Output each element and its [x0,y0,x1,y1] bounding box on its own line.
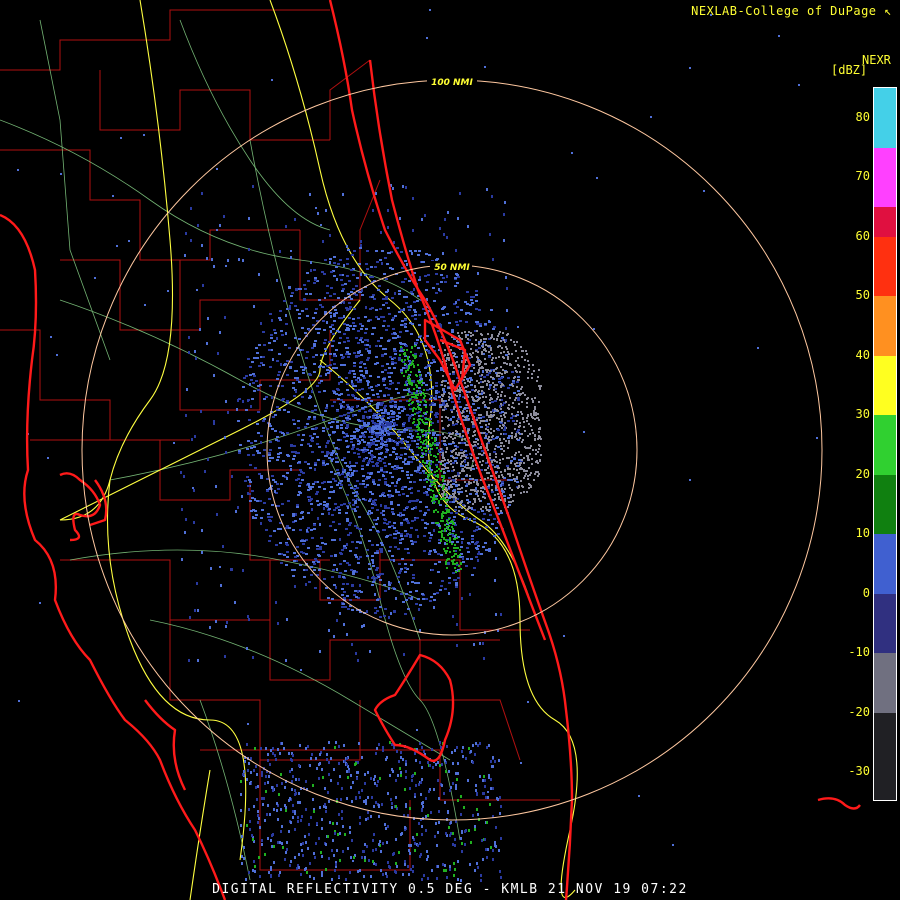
radar-map: 50 NMI 100 NMI [0,0,861,900]
legend-color-band [874,593,896,654]
legend-tick-label: 80 [855,109,870,124]
legend-color-band [874,88,896,148]
legend-tick-label: 0 [862,585,870,600]
range-ring-50-label: 50 NMI [434,263,470,273]
legend-color-band [874,355,896,416]
legend-tick-label: -30 [848,764,870,779]
legend-unit: [dBZ] [831,63,868,77]
range-ring-100-label: 100 NMI [431,78,473,88]
legend-color-band [874,415,896,475]
legend-color-band [874,296,896,356]
legend-color-band [874,474,896,535]
legend-tick-label: 50 [855,288,870,303]
legend-color-band [874,712,896,800]
legend-tick-label: 40 [855,347,870,362]
legend-color-band [874,207,896,237]
legend-tick-label: 60 [855,228,870,243]
legend-color-band [874,653,896,713]
legend-tick-label: -20 [848,704,870,719]
product-caption: DIGITAL REFLECTIVITY 0.5 DEG - KMLB 21 N… [212,882,688,897]
legend-color-band [874,147,896,207]
legend-color-band [874,236,896,297]
legend-tick-label: 30 [855,407,870,422]
legend-color-band [874,534,896,594]
cursor-arrow-icon: ↖ [884,4,892,18]
credit-label: NEXLAB-College of DuPage ↖ [691,4,892,18]
legend-tick-label: 10 [855,526,870,541]
legend-tick-label: 70 [855,169,870,184]
dbz-color-scale [873,87,897,801]
credit-text: NEXLAB-College of DuPage [691,4,877,18]
legend-tick-label: -10 [848,645,870,660]
legend-tick-label: 20 [855,466,870,481]
